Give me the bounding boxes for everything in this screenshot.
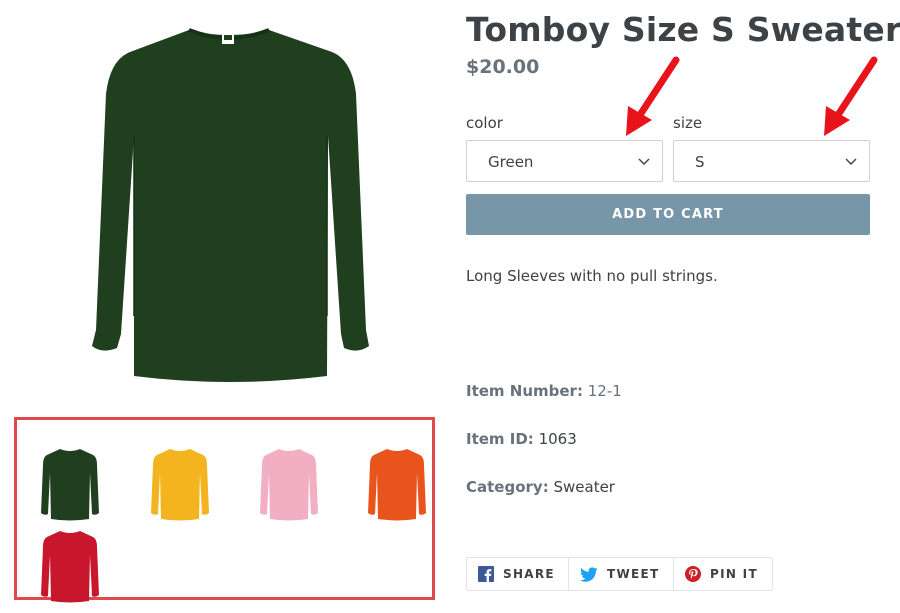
product-description: Long Sleeves with no pull strings.	[466, 267, 718, 285]
thumbnail-gallery	[14, 417, 435, 603]
category: Category: Sweater	[466, 478, 615, 496]
product-title: Tomboy Size S Sweater	[466, 10, 900, 49]
item-number: Item Number: 12-1	[466, 382, 622, 400]
category-label: Category:	[466, 478, 549, 496]
share-twitter-label: TWEET	[607, 567, 660, 581]
thumbnail-gold[interactable]	[150, 447, 210, 523]
add-to-cart-button[interactable]: ADD TO CART	[466, 194, 870, 235]
chevron-down-icon	[845, 158, 857, 165]
pinterest-icon	[685, 566, 701, 582]
annotation-arrow-icon	[626, 56, 680, 136]
item-id: Item ID: 1063	[466, 430, 577, 448]
annotation-arrow-icon	[824, 56, 878, 136]
color-select-value: Green	[488, 153, 534, 171]
chevron-down-icon	[638, 158, 650, 165]
size-select[interactable]: S	[673, 140, 870, 182]
product-price: $20.00	[466, 56, 540, 78]
main-product-image	[84, 16, 374, 392]
category-value: Sweater	[553, 478, 615, 496]
thumbnail-orange[interactable]	[367, 447, 427, 523]
thumbnail-red[interactable]	[40, 529, 100, 605]
color-label: color	[466, 114, 503, 132]
item-id-label: Item ID:	[466, 430, 534, 448]
share-pinterest-button[interactable]: PIN IT	[673, 557, 773, 591]
item-number-value: 12-1	[587, 382, 622, 400]
color-select[interactable]: Green	[466, 140, 663, 182]
share-pinterest-label: PIN IT	[710, 567, 758, 581]
size-select-value: S	[695, 153, 705, 171]
share-facebook-button[interactable]: SHARE	[466, 557, 570, 591]
share-twitter-button[interactable]: TWEET	[568, 557, 675, 591]
item-number-label: Item Number:	[466, 382, 583, 400]
twitter-icon	[580, 566, 598, 582]
thumbnail-green[interactable]	[40, 447, 100, 523]
thumbnail-pink[interactable]	[259, 447, 319, 523]
facebook-icon	[478, 566, 494, 582]
item-id-value: 1063	[538, 430, 577, 448]
share-facebook-label: SHARE	[503, 567, 555, 581]
